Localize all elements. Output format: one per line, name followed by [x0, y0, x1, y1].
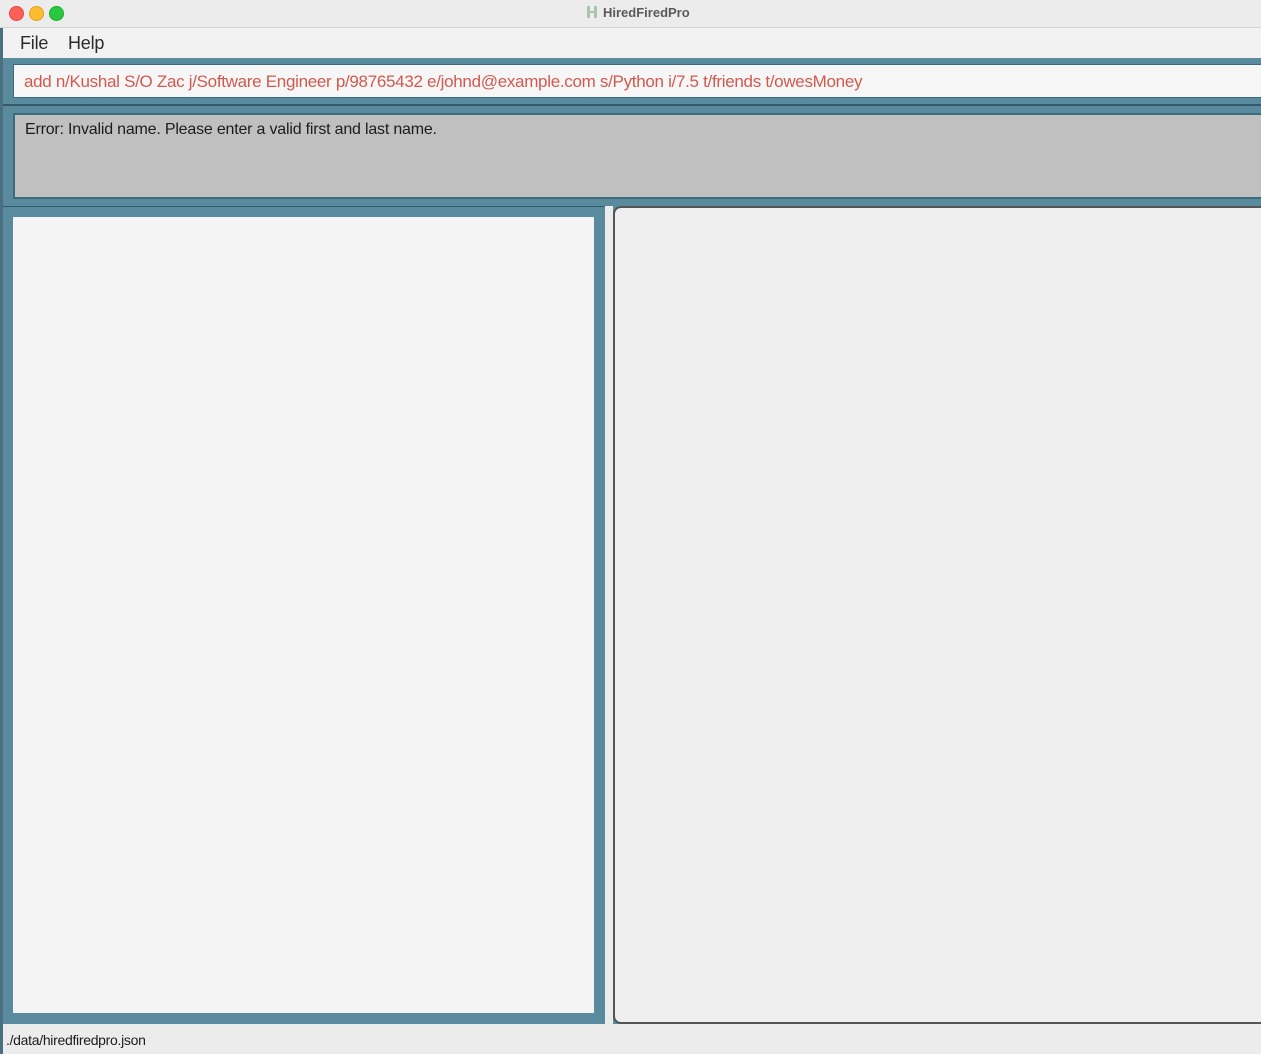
minimize-window-button[interactable]: [29, 6, 44, 21]
save-location-text: ./data/hiredfiredpro.json: [6, 1032, 146, 1048]
title-bar: HiredFiredPro: [0, 0, 1261, 28]
menu-help[interactable]: Help: [68, 33, 104, 54]
status-bar: ./data/hiredfiredpro.json: [3, 1024, 1261, 1054]
command-input[interactable]: add n/Kushal S/O Zac j/Software Engineer…: [13, 64, 1261, 98]
command-box-panel: add n/Kushal S/O Zac j/Software Engineer…: [3, 58, 1261, 104]
app-window: HiredFiredPro File Help add n/Kushal S/O…: [0, 0, 1261, 1054]
window-title-group: HiredFiredPro: [586, 4, 690, 20]
result-display-panel: Error: Invalid name. Please enter a vali…: [3, 104, 1261, 206]
close-window-button[interactable]: [9, 6, 24, 21]
window-title: HiredFiredPro: [603, 4, 690, 20]
person-list-panel: [3, 206, 605, 1025]
zoom-window-button[interactable]: [49, 6, 64, 21]
split-pane-divider[interactable]: [605, 206, 613, 1024]
person-list-view[interactable]: [13, 217, 594, 1013]
person-detail-panel: [613, 206, 1261, 1024]
menu-file[interactable]: File: [20, 33, 48, 54]
result-display: Error: Invalid name. Please enter a vali…: [13, 113, 1261, 199]
menu-bar: File Help: [3, 28, 1261, 58]
app-logo-icon: [586, 5, 598, 19]
